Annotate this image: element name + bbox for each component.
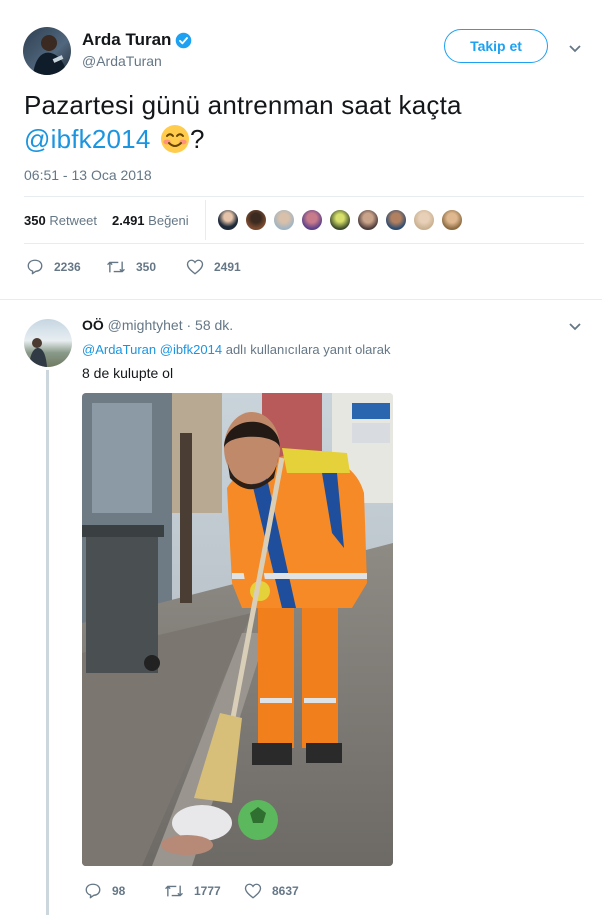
- avatar-figure: [33, 35, 67, 75]
- retweet-icon: [107, 261, 125, 273]
- divider: [24, 196, 584, 197]
- replying-to: @ArdaTuran @ibfk2014 adlı kullanıcılara …: [82, 342, 390, 357]
- like-label: Beğeni: [148, 213, 189, 228]
- reply-author-avatar[interactable]: [24, 319, 72, 367]
- reply-chevron-down-icon[interactable]: [568, 322, 582, 332]
- thread-line: [46, 370, 49, 915]
- photo-street-sweeper: [82, 393, 393, 866]
- liker-avatar[interactable]: [441, 209, 463, 231]
- reply-retweet-action[interactable]: 1777: [164, 882, 221, 900]
- verified-badge-icon: [176, 32, 192, 48]
- reply-retweet-count: 1777: [194, 884, 221, 898]
- retweet-icon: [165, 885, 183, 897]
- liker-avatar[interactable]: [413, 209, 435, 231]
- liker-avatar[interactable]: [245, 209, 267, 231]
- reply-author-handle[interactable]: @mightyhet: [108, 317, 183, 333]
- liker-avatar[interactable]: [385, 209, 407, 231]
- author-avatar[interactable]: [23, 27, 71, 75]
- reply-author-name[interactable]: OÖ: [82, 317, 104, 333]
- tweet-text: Pazartesi günü antrenman saat kaçta @ibf…: [24, 88, 584, 156]
- retweet-action-count: 350: [136, 260, 157, 274]
- retweet-stat[interactable]: 350 Retweet: [24, 213, 97, 228]
- reply-action[interactable]: 2236: [26, 258, 81, 276]
- liker-avatar[interactable]: [217, 209, 239, 231]
- retweet-count: 350: [24, 213, 46, 228]
- avatar-figure: [29, 338, 47, 367]
- reply-icon: [27, 259, 43, 275]
- retweet-action[interactable]: 350: [106, 258, 156, 276]
- author-name[interactable]: Arda Turan: [82, 30, 171, 50]
- retweet-label: Retweet: [49, 213, 98, 228]
- tweet-timestamp[interactable]: 06:51 - 13 Oca 2018: [24, 167, 152, 183]
- tweet-text-end: ?: [189, 124, 205, 154]
- like-icon: [244, 883, 262, 899]
- reply-reply-count: 98: [112, 884, 126, 898]
- reply-count: 2236: [54, 260, 81, 274]
- reply-reply-action[interactable]: 98: [84, 882, 125, 900]
- like-action-count: 2491: [214, 260, 241, 274]
- author-handle[interactable]: @ArdaTuran: [82, 53, 162, 69]
- liker-avatar[interactable]: [301, 209, 323, 231]
- section-divider: [0, 299, 602, 300]
- reply-like-count: 8637: [272, 884, 299, 898]
- chevron-down-icon[interactable]: [568, 44, 582, 54]
- reply-like-action[interactable]: 8637: [244, 882, 299, 900]
- like-icon: [186, 259, 204, 275]
- replying-to-mentions[interactable]: @ArdaTuran @ibfk2014: [82, 342, 222, 357]
- tweet-text-main: Pazartesi günü antrenman saat kaçta: [24, 90, 462, 120]
- reply-time[interactable]: · 58 dk.: [186, 317, 233, 333]
- liker-avatars: [217, 209, 463, 231]
- smiling-face-emoji-icon: [160, 125, 189, 153]
- like-count: 2.491: [112, 213, 145, 228]
- liker-avatar[interactable]: [273, 209, 295, 231]
- stats-separator: [205, 200, 206, 240]
- liker-avatar[interactable]: [329, 209, 351, 231]
- reply-icon: [85, 883, 101, 899]
- reply-photo[interactable]: [82, 393, 393, 866]
- replying-to-label: adlı kullanıcılara yanıt olarak: [225, 342, 391, 357]
- like-stat[interactable]: 2.491 Beğeni: [112, 213, 189, 228]
- like-action[interactable]: 2491: [186, 258, 241, 276]
- follow-button[interactable]: Takip et: [444, 29, 548, 63]
- reply-text: 8 de kulupte ol: [82, 365, 174, 381]
- liker-avatar[interactable]: [357, 209, 379, 231]
- divider: [24, 243, 584, 244]
- mention-link[interactable]: @ibfk2014: [24, 124, 151, 154]
